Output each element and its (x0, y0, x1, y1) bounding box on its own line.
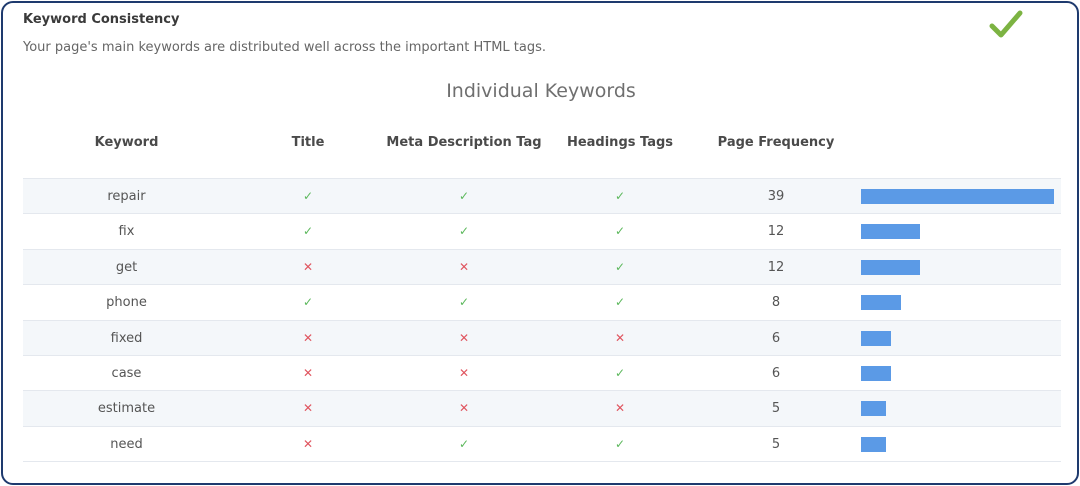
title-status-cell: ✓ (230, 214, 386, 249)
check-icon (988, 9, 1024, 41)
frequency-cell: 12 (767, 224, 785, 240)
table-row: get ✕ ✕ ✓ 12 (23, 249, 1061, 286)
headings-status-cell: ✓ (542, 179, 698, 214)
column-header-title: Title (291, 135, 325, 150)
check-icon: ✓ (302, 295, 314, 310)
headings-status-cell: ✓ (542, 356, 698, 391)
cross-icon: ✕ (458, 401, 470, 416)
frequency-cell: 39 (767, 189, 785, 204)
frequency-bar (861, 189, 1054, 204)
meta-status-cell: ✕ (386, 321, 542, 356)
check-icon: ✓ (614, 224, 626, 239)
frequency-bar (861, 295, 901, 311)
headings-status-cell: ✕ (542, 321, 698, 356)
check-icon: ✓ (614, 295, 626, 310)
keyword-cell: fixed (110, 330, 143, 346)
table-row: fix ✓ ✓ ✓ 12 (23, 214, 1061, 250)
table-row: estimate ✕ ✕ ✕ 5 (23, 391, 1061, 427)
frequency-bar (861, 401, 886, 417)
column-header-meta: Meta Description Tag (386, 135, 542, 150)
table-row: fixed ✕ ✕ ✕ 6 (23, 320, 1061, 356)
frequency-bar (861, 330, 891, 346)
check-icon: ✓ (302, 189, 314, 203)
title-status-cell: ✕ (230, 391, 386, 426)
keyword-cell: phone (106, 295, 147, 311)
meta-status-cell: ✕ (386, 250, 542, 285)
check-icon: ✓ (302, 224, 314, 239)
keyword-cell: get (115, 259, 138, 275)
headings-status-cell: ✓ (542, 214, 698, 249)
cross-icon: ✕ (458, 330, 470, 345)
check-icon: ✓ (614, 189, 626, 203)
section-title: Individual Keywords (446, 80, 636, 102)
card-title: Keyword Consistency (23, 12, 180, 27)
check-icon: ✓ (614, 365, 626, 380)
check-icon: ✓ (614, 259, 626, 274)
meta-status-cell: ✓ (386, 427, 542, 462)
table-row: phone ✓ ✓ ✓ 8 (23, 285, 1061, 321)
keyword-cell: estimate (97, 401, 156, 417)
cross-icon: ✕ (302, 436, 314, 451)
frequency-cell: 5 (771, 401, 781, 417)
frequency-cell: 12 (767, 259, 785, 275)
title-status-cell: ✕ (230, 356, 386, 391)
headings-status-cell: ✕ (542, 391, 698, 426)
frequency-bar (861, 436, 886, 452)
table-row: case ✕ ✕ ✓ 6 (23, 356, 1061, 392)
title-status-cell: ✕ (230, 427, 386, 462)
table-row: repair ✓ ✓ ✓ 39 (23, 179, 1061, 215)
cross-icon: ✕ (458, 365, 470, 380)
frequency-cell: 8 (771, 295, 781, 311)
meta-status-cell: ✕ (386, 356, 542, 391)
check-icon: ✓ (458, 295, 470, 310)
cross-icon: ✕ (302, 259, 314, 274)
cross-icon: ✕ (458, 259, 470, 274)
meta-status-cell: ✕ (386, 391, 542, 426)
keyword-cell: repair (107, 189, 146, 204)
frequency-cell: 6 (771, 330, 781, 346)
frequency-bar (861, 365, 891, 381)
meta-status-cell: ✓ (386, 214, 542, 249)
column-header-keyword: Keyword (94, 135, 159, 150)
title-status-cell: ✓ (230, 285, 386, 320)
meta-status-cell: ✓ (386, 179, 542, 214)
headings-status-cell: ✓ (542, 285, 698, 320)
check-icon: ✓ (614, 436, 626, 451)
cross-icon: ✕ (614, 330, 626, 345)
keywords-table: Keyword Title Meta Description Tag Headi… (23, 131, 1061, 463)
keyword-cell: need (110, 436, 143, 452)
frequency-cell: 5 (771, 436, 781, 452)
keyword-consistency-card: Keyword Consistency Your page's main key… (1, 1, 1079, 485)
column-header-headings: Headings Tags (566, 135, 674, 150)
frequency-cell: 6 (771, 365, 781, 381)
table-body: repair ✓ ✓ ✓ 39 fix ✓ ✓ ✓ 12 get ✕ ✕ ✓ 12 phone ✓ ✓ ✓ 8 fixe… (23, 179, 1061, 463)
title-status-cell: ✕ (230, 321, 386, 356)
column-header-frequency: Page Frequency (717, 135, 835, 150)
cross-icon: ✕ (302, 365, 314, 380)
headings-status-cell: ✓ (542, 250, 698, 285)
table-header: Keyword Title Meta Description Tag Headi… (23, 131, 1061, 179)
frequency-bar (861, 259, 920, 275)
frequency-bar (861, 224, 920, 240)
keyword-cell: fix (118, 224, 135, 240)
title-status-cell: ✓ (230, 179, 386, 214)
cross-icon: ✕ (302, 330, 314, 345)
check-icon: ✓ (458, 224, 470, 239)
cross-icon: ✕ (614, 401, 626, 416)
card-description: Your page's main keywords are distribute… (23, 40, 547, 55)
check-icon: ✓ (458, 436, 470, 451)
title-status-cell: ✕ (230, 250, 386, 285)
check-icon: ✓ (458, 189, 470, 203)
headings-status-cell: ✓ (542, 427, 698, 462)
cross-icon: ✕ (302, 401, 314, 416)
table-row: need ✕ ✓ ✓ 5 (23, 427, 1061, 463)
meta-status-cell: ✓ (386, 285, 542, 320)
keyword-cell: case (111, 365, 142, 381)
